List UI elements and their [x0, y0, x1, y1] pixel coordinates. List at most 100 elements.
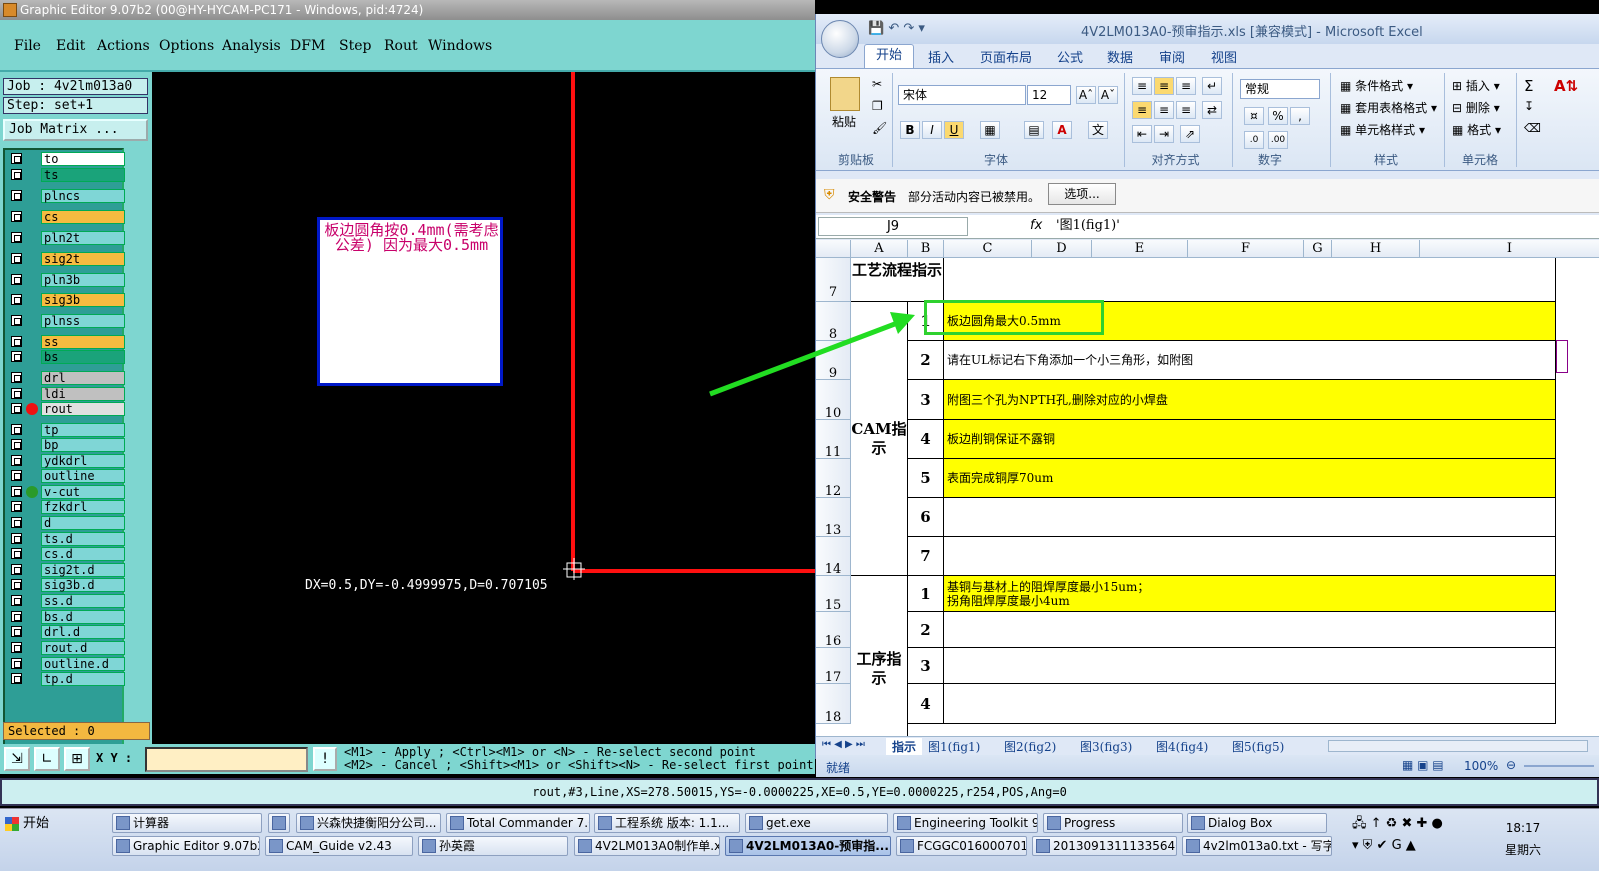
layer-name[interactable]: pln2t — [41, 231, 125, 245]
taskbar-button[interactable]: Dialog Box — [1187, 813, 1327, 833]
format-painter-icon[interactable]: 🖌 — [872, 121, 887, 135]
name-box[interactable]: J9 — [818, 217, 968, 236]
taskbar-button[interactable]: FCGGC016000701-31(4... — [896, 836, 1027, 856]
font-name-select[interactable]: 宋体 — [898, 85, 1026, 105]
layer-sig2t-d[interactable]: sig2t.d — [9, 563, 125, 577]
menu-dfm[interactable]: DFM — [290, 38, 325, 54]
layer-checkbox[interactable] — [11, 455, 22, 466]
sheet-tab-fig1[interactable]: 图1(fig1) — [928, 738, 980, 755]
row-header-12[interactable]: 12 — [816, 459, 851, 499]
menu-file[interactable]: File — [14, 38, 41, 54]
layer-checkbox[interactable] — [11, 253, 22, 264]
layer-checkbox[interactable] — [11, 439, 22, 450]
increase-decimal-icon[interactable]: .0 — [1244, 131, 1264, 149]
item-number[interactable]: 4 — [908, 684, 944, 724]
align-right-icon[interactable]: ≡ — [1176, 101, 1196, 119]
zoom-slider[interactable] — [1524, 765, 1594, 767]
info-icon[interactable]: ! — [313, 747, 337, 771]
layer-d[interactable]: d — [9, 516, 125, 530]
menu-actions[interactable]: Actions — [97, 38, 150, 54]
instruction-cell[interactable] — [944, 498, 1556, 537]
grid-icon[interactable]: ⊞ — [64, 747, 90, 771]
layer-checkbox[interactable] — [11, 564, 22, 575]
tab-data[interactable]: 数据 — [1107, 47, 1133, 66]
zoom-box-icon[interactable]: ⇲ — [4, 747, 30, 771]
bold-icon[interactable]: B — [900, 121, 920, 139]
tab-view[interactable]: 视图 — [1211, 47, 1237, 66]
borders-icon[interactable]: ▦ — [980, 121, 1000, 139]
currency-icon[interactable]: ¤ — [1244, 107, 1264, 125]
layer-name[interactable]: ts.d — [41, 532, 125, 546]
clock[interactable]: 18:17 星期六 — [1505, 821, 1541, 858]
grow-font-icon[interactable]: Aˆ — [1076, 86, 1096, 104]
menu-analysis[interactable]: Analysis — [222, 38, 281, 54]
layer-name[interactable]: ss — [41, 335, 125, 349]
layer-v-cut[interactable]: v-cut — [9, 485, 125, 499]
layer-checkbox[interactable] — [11, 517, 22, 528]
insert-cells-button[interactable]: ⊞ 插入 ▾ — [1452, 77, 1500, 94]
layer-checkbox[interactable] — [11, 211, 22, 222]
job-matrix-button[interactable]: Job Matrix ... — [3, 119, 148, 141]
layer-checkbox[interactable] — [11, 470, 22, 481]
taskbar-button[interactable]: get.exe — [745, 813, 888, 833]
layer-bs[interactable]: bs — [9, 350, 125, 364]
layer-name[interactable]: v-cut — [41, 485, 125, 499]
layer-name[interactable]: to — [41, 152, 125, 166]
tab-formulas[interactable]: 公式 — [1057, 47, 1083, 66]
layer-pln3b[interactable]: pln3b — [9, 273, 125, 287]
conditional-format-button[interactable]: ▦ 条件格式 ▾ — [1340, 77, 1413, 94]
item-number[interactable]: 7 — [908, 537, 944, 576]
layer-drl[interactable]: drl — [9, 371, 125, 385]
layer-checkbox[interactable] — [11, 533, 22, 544]
decrease-indent-icon[interactable]: ⇤ — [1132, 125, 1152, 143]
instruction-cell[interactable]: 请在UL标记右下角添加一个小三角形，如附图 — [944, 341, 1556, 380]
paste-icon[interactable] — [830, 77, 860, 111]
col-header-d[interactable]: D — [1032, 240, 1092, 258]
layer-checkbox[interactable] — [11, 153, 22, 164]
zoom-out-icon[interactable]: ⊖ — [1506, 758, 1516, 772]
layer-outline[interactable]: outline — [9, 469, 125, 483]
align-top-icon[interactable]: ≡ — [1132, 77, 1152, 95]
layer-checkbox[interactable] — [11, 611, 22, 622]
layer-bs-d[interactable]: bs.d — [9, 610, 125, 624]
layer-name[interactable]: rout.d — [41, 641, 125, 655]
copy-icon[interactable]: ❐ — [872, 99, 883, 113]
layer-checkbox[interactable] — [11, 658, 22, 669]
item-number[interactable]: 4 — [908, 420, 944, 459]
cell-i9-link[interactable] — [1556, 340, 1568, 373]
row-header-15[interactable]: 15 — [816, 576, 851, 613]
process-instruction-label[interactable]: 工序指示 — [851, 576, 908, 736]
xy-input[interactable] — [145, 747, 308, 772]
layer-to[interactable]: to — [9, 152, 125, 166]
layer-plnss[interactable]: plnss — [9, 314, 125, 328]
layer-checkbox[interactable] — [11, 169, 22, 180]
row-header-18[interactable]: 18 — [816, 684, 851, 725]
row-header-7[interactable]: 7 — [816, 258, 851, 302]
select-all-corner[interactable] — [816, 240, 851, 258]
menu-options[interactable]: Options — [159, 38, 214, 54]
layer-checkbox[interactable] — [11, 548, 22, 559]
font-size-select[interactable]: 12 — [1027, 85, 1071, 105]
font-color-icon[interactable]: A — [1052, 121, 1072, 139]
layer-ts-d[interactable]: ts.d — [9, 532, 125, 546]
taskbar-button[interactable]: 4V2LM013A0-预审指... — [725, 836, 891, 856]
layer-name[interactable]: tp — [41, 423, 125, 437]
layer-tp-d[interactable]: tp.d — [9, 672, 125, 686]
clear-icon[interactable]: ⌫ — [1524, 121, 1541, 135]
layer-checkbox[interactable] — [11, 351, 22, 362]
paste-button[interactable]: 粘贴 — [832, 113, 856, 130]
cell-styles-button[interactable]: ▦ 单元格样式 ▾ — [1340, 121, 1425, 138]
col-header-i[interactable]: I — [1420, 240, 1599, 258]
layer-checkbox[interactable] — [11, 315, 22, 326]
sheet-tab-fig3[interactable]: 图3(fig3) — [1080, 738, 1132, 755]
layer-rout[interactable]: rout — [9, 402, 125, 416]
layer-name[interactable]: plnss — [41, 314, 125, 328]
item-number[interactable]: 3 — [908, 648, 944, 684]
align-middle-icon[interactable]: ≡ — [1154, 77, 1174, 95]
layer-name[interactable]: cs.d — [41, 547, 125, 561]
taskbar-button[interactable]: Total Commander 7.0 ... — [446, 813, 590, 833]
sum-icon[interactable]: Σ — [1524, 77, 1533, 95]
layer-name[interactable]: outline — [41, 469, 125, 483]
layer-checkbox[interactable] — [11, 424, 22, 435]
cell-row-7[interactable] — [944, 258, 1556, 302]
